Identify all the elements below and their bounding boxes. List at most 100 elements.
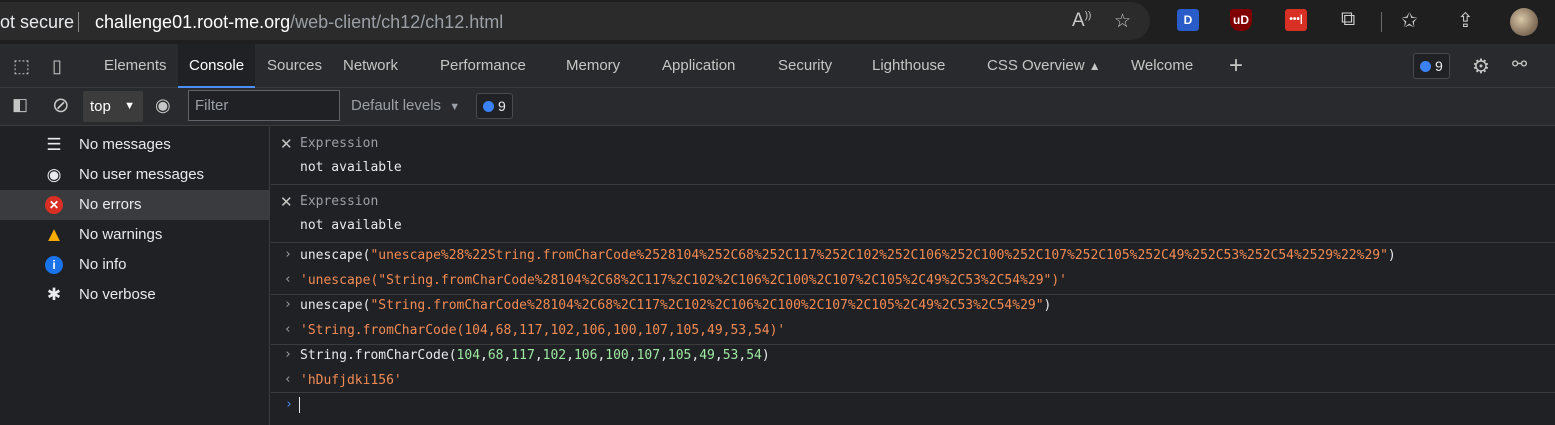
sidebar-item-errors[interactable]: ✕ No errors: [0, 190, 269, 220]
console-input-cursor[interactable]: [299, 397, 300, 413]
chevron-down-icon: ▼: [449, 101, 461, 113]
filter-input[interactable]: [188, 90, 340, 121]
clear-console-icon[interactable]: ⊘: [52, 93, 70, 118]
chevron-right-icon: ›: [284, 347, 292, 362]
customize-devtools-icon[interactable]: ⚯: [1512, 54, 1527, 75]
ublock-origin-icon[interactable]: uD: [1230, 9, 1252, 31]
code-number: 100: [605, 348, 629, 363]
code-close-paren: ): [761, 348, 770, 363]
context-selector[interactable]: top ▼: [83, 91, 143, 122]
profile-avatar[interactable]: [1510, 8, 1538, 36]
tab-performance[interactable]: Performance: [440, 44, 526, 88]
console-input-line[interactable]: › unescape("unescape%28%22String.fromCha…: [271, 245, 1555, 269]
chevron-left-icon: ‹: [284, 322, 292, 337]
console-input-code: unescape("unescape%28%22String.fromCharC…: [300, 248, 1396, 263]
code-number: 105: [667, 348, 692, 363]
code-number: 54: [746, 348, 762, 363]
code-number: 68: [487, 348, 504, 363]
console-input-line[interactable]: › unescape("String.fromCharCode%28104%2C…: [271, 295, 1555, 319]
console-result-line[interactable]: ‹ 'String.fromCharCode(104,68,117,102,10…: [271, 320, 1555, 344]
experimental-flask-icon: ▲: [1088, 59, 1101, 73]
expression-label[interactable]: Expression: [300, 136, 378, 151]
message-icon: [1420, 61, 1431, 72]
sidebar-item-user-messages[interactable]: ◉ No user messages: [0, 160, 269, 190]
console-sidebar: ☰ No messages ◉ No user messages ✕ No er…: [0, 127, 270, 425]
code-function: unescape(: [300, 298, 371, 313]
code-number: 102: [542, 348, 567, 363]
code-close-paren: ): [1387, 248, 1396, 263]
settings-gear-icon[interactable]: ⚙: [1472, 54, 1490, 79]
console-input-code: unescape("String.fromCharCode%28104%2C68…: [300, 298, 1051, 313]
issues-count: 9: [1435, 58, 1443, 74]
tab-network[interactable]: Network: [343, 44, 398, 88]
code-string-argument: "String.fromCharCode%28104%2C68%2C117%2C…: [370, 298, 1044, 313]
share-icon[interactable]: ⇪: [1457, 8, 1474, 33]
chevron-left-icon: ‹: [284, 372, 292, 387]
code-number: 117: [511, 348, 535, 363]
sidebar-item-info[interactable]: i No info: [0, 250, 269, 280]
show-sidebar-icon[interactable]: ◧: [12, 95, 28, 115]
console-result-line[interactable]: ‹ 'unescape("String.fromCharCode%28104%2…: [271, 270, 1555, 294]
security-indicator[interactable]: ot secure: [0, 12, 74, 33]
expression-label[interactable]: Expression: [300, 194, 378, 209]
code-comma: ,: [566, 348, 574, 363]
omnibox[interactable]: ot secure challenge01.root-me.org/web-cl…: [0, 2, 1150, 40]
log-levels-label: Default levels: [351, 97, 442, 114]
lastpass-icon[interactable]: •••|: [1285, 9, 1307, 31]
tab-elements[interactable]: Elements: [104, 44, 167, 88]
code-close-paren: ): [1043, 298, 1052, 313]
sidebar-item-verbose[interactable]: ✱ No verbose: [0, 280, 269, 310]
add-favorite-icon[interactable]: ☆: [1114, 10, 1131, 33]
warning-icon: ▲: [44, 224, 64, 246]
sidebar-item-label: No errors: [79, 196, 142, 213]
code-number: 49: [699, 348, 715, 363]
tab-css-overview[interactable]: CSS Overview ▲: [987, 44, 1101, 88]
tab-lighthouse[interactable]: Lighthouse: [872, 44, 945, 88]
console-input-line[interactable]: › String.fromCharCode(104,68,117,102,106…: [271, 345, 1555, 369]
remove-expression-close-icon[interactable]: ✕: [280, 193, 293, 211]
url-path: /web-client/ch12/ch12.html: [290, 12, 504, 32]
read-aloud-icon[interactable]: A)): [1072, 10, 1091, 32]
omnibox-divider: [78, 12, 79, 32]
log-levels-dropdown[interactable]: Default levels ▼: [351, 97, 460, 114]
code-function: String.fromCharCode(: [300, 348, 457, 363]
issues-counter-button[interactable]: 9: [1413, 53, 1450, 79]
sidebar-item-warnings[interactable]: ▲ No warnings: [0, 220, 269, 250]
tab-welcome[interactable]: Welcome: [1131, 44, 1193, 88]
inspect-element-icon[interactable]: ⬚: [13, 56, 30, 77]
console-result-value: 'unescape("String.fromCharCode%28104%2C6…: [300, 273, 1068, 288]
code-comma: ,: [534, 348, 543, 363]
remove-expression-close-icon[interactable]: ✕: [280, 135, 293, 153]
error-icon: ✕: [45, 196, 63, 214]
extension-d-icon[interactable]: D: [1177, 9, 1199, 31]
tab-sources[interactable]: Sources: [267, 44, 322, 88]
expression-value: not available: [300, 218, 402, 233]
tab-console[interactable]: Console: [178, 44, 256, 88]
code-comma: ,: [628, 348, 637, 363]
tab-security[interactable]: Security: [778, 44, 832, 88]
code-number: 53: [722, 348, 739, 363]
sidebar-item-label: No user messages: [79, 166, 205, 183]
code-comma: ,: [480, 348, 488, 363]
console-result-line[interactable]: ‹ 'hDufjdki156': [271, 370, 1555, 394]
sidebar-item-messages[interactable]: ☰ No messages: [0, 130, 269, 160]
live-expression-eye-icon[interactable]: ◉: [155, 95, 171, 116]
tab-css-overview-label: CSS Overview: [987, 57, 1085, 74]
tab-memory[interactable]: Memory: [566, 44, 620, 88]
context-selector-label: top: [90, 98, 111, 115]
tab-application[interactable]: Application: [662, 44, 735, 88]
more-tabs-plus-icon[interactable]: +: [1229, 52, 1243, 80]
code-comma: ,: [714, 348, 723, 363]
favorites-icon[interactable]: ✩: [1401, 8, 1418, 33]
console-issues-button[interactable]: 9: [476, 93, 513, 119]
more-options-icon[interactable]: ⋮: [1548, 54, 1555, 75]
browser-address-bar: ot secure challenge01.root-me.org/web-cl…: [0, 0, 1555, 44]
extensions-puzzle-icon[interactable]: ⧉: [1341, 8, 1355, 31]
live-expression: ✕ Expression not available: [271, 127, 1555, 185]
code-number: 104: [456, 348, 481, 363]
device-toolbar-icon[interactable]: ▯: [52, 56, 62, 77]
info-icon: i: [45, 256, 63, 274]
url-text[interactable]: challenge01.root-me.org/web-client/ch12/…: [95, 12, 503, 33]
sidebar-item-label: No messages: [79, 136, 171, 153]
toolbar-divider: [1381, 12, 1382, 32]
